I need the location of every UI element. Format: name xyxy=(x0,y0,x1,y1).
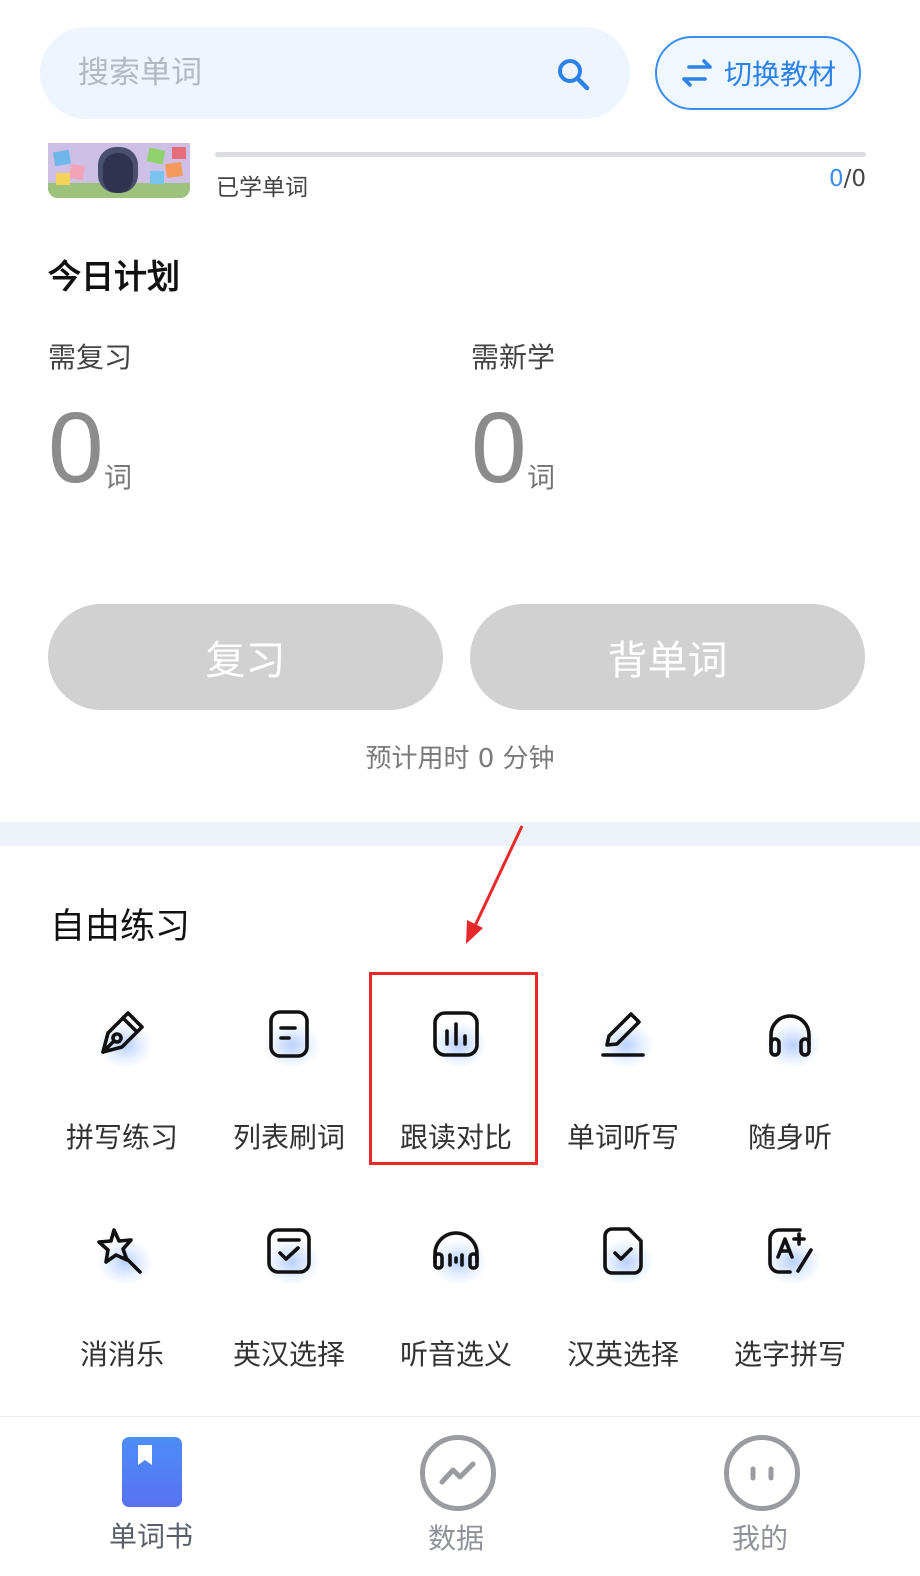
practice-en-cn-choice[interactable]: 英汉选择 xyxy=(204,1217,374,1373)
letter-a-plus-icon xyxy=(768,1228,813,1274)
pencil-icon xyxy=(601,1012,645,1057)
switch-textbook-button[interactable]: 切换教材 xyxy=(655,36,861,110)
audio-headset-icon xyxy=(433,1231,479,1270)
annotation-highlight-box xyxy=(369,972,538,1165)
practice-match-game[interactable]: 消消乐 xyxy=(37,1217,207,1373)
estimated-time: 预计用时 0 分钟 xyxy=(365,744,555,774)
search-icon[interactable] xyxy=(556,57,590,91)
star-wand-icon xyxy=(97,1228,142,1274)
practice-label: 列表刷词 xyxy=(232,1121,345,1154)
search-input[interactable] xyxy=(78,27,538,119)
practice-label: 随身听 xyxy=(747,1121,832,1154)
learned-progress-bar xyxy=(215,152,866,157)
new-count: 0 xyxy=(471,392,527,504)
bottom-nav: 单词书 数据 我的 xyxy=(0,1416,920,1576)
practice-listen-anywhere[interactable]: 随身听 xyxy=(705,1000,875,1156)
nav-item-data[interactable]: 数据 xyxy=(356,1417,556,1576)
practice-cn-en-choice[interactable]: 汉英选择 xyxy=(538,1217,708,1373)
list-card-icon xyxy=(269,1010,309,1058)
practice-label: 选字拼写 xyxy=(733,1338,846,1371)
free-practice-title: 自由练习 xyxy=(50,907,191,947)
nav-label: 数据 xyxy=(427,1522,484,1555)
cover-illustration xyxy=(48,143,190,198)
bookmark-book-icon xyxy=(122,1437,182,1507)
review-count: 0 xyxy=(48,392,104,504)
review-button[interactable]: 复习 xyxy=(48,604,443,710)
face-icon xyxy=(724,1435,800,1511)
learned-words-label: 已学单词 xyxy=(216,175,308,201)
textbook-cover-image[interactable] xyxy=(48,143,190,198)
learned-words-count: 0/0 xyxy=(829,166,866,192)
trend-chart-icon xyxy=(420,1435,496,1511)
practice-label: 消消乐 xyxy=(79,1338,164,1371)
learned-count-total: 0 xyxy=(851,166,866,192)
swap-arrows-icon xyxy=(682,59,712,87)
practice-label: 英汉选择 xyxy=(232,1338,345,1371)
pen-nib-icon xyxy=(101,1011,144,1054)
learn-words-button[interactable]: 背单词 xyxy=(470,604,865,710)
review-unit: 词 xyxy=(104,461,133,494)
headphones-icon xyxy=(769,1014,811,1057)
new-unit: 词 xyxy=(527,461,556,494)
practice-dictation[interactable]: 单词听写 xyxy=(538,1000,708,1156)
practice-pick-spell[interactable]: 选字拼写 xyxy=(705,1217,875,1373)
nav-item-wordbook[interactable]: 单词书 xyxy=(51,1417,251,1576)
practice-list-review[interactable]: 列表刷词 xyxy=(204,1000,374,1156)
practice-label: 拼写练习 xyxy=(65,1121,178,1154)
review-label: 需复习 xyxy=(48,341,133,374)
check-document-icon xyxy=(603,1227,643,1275)
section-divider xyxy=(0,822,920,846)
check-card-icon xyxy=(267,1228,311,1274)
practice-spelling[interactable]: 拼写练习 xyxy=(37,1000,207,1156)
nav-item-mine[interactable]: 我的 xyxy=(660,1417,860,1576)
nav-label: 单词书 xyxy=(108,1520,193,1553)
practice-listen-choose[interactable]: 听音选义 xyxy=(371,1217,541,1373)
nav-label: 我的 xyxy=(731,1522,788,1555)
practice-label: 单词听写 xyxy=(566,1121,679,1154)
plan-title: 今日计划 xyxy=(48,257,180,296)
new-label: 需新学 xyxy=(471,341,556,374)
learned-count-value: 0 xyxy=(828,166,844,192)
switch-textbook-label: 切换教材 xyxy=(723,58,836,91)
practice-label: 听音选义 xyxy=(399,1338,512,1371)
practice-label: 汉英选择 xyxy=(566,1338,679,1371)
search-bar[interactable] xyxy=(40,27,630,119)
